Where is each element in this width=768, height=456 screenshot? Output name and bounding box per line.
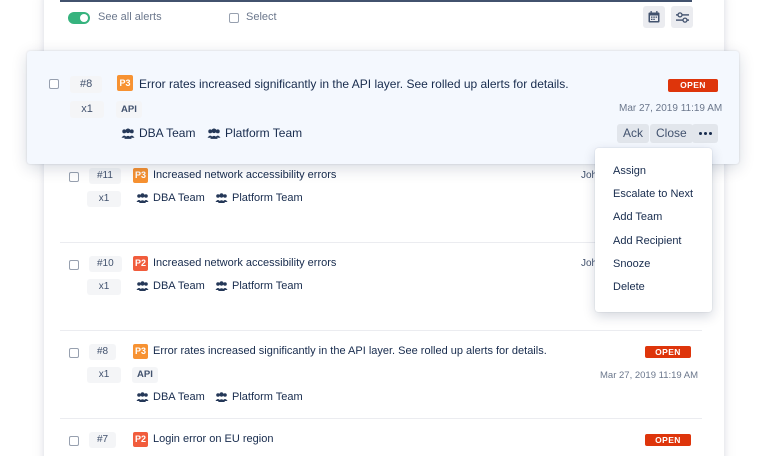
team-name: Platform Team — [225, 126, 303, 140]
priority-badge: P2 — [133, 432, 148, 447]
alert-count: x1 — [87, 191, 121, 207]
team-platform[interactable]: Platform Team — [207, 126, 302, 140]
team-icon — [215, 392, 228, 402]
team-icon — [215, 193, 228, 203]
team-name: DBA Team — [153, 391, 205, 403]
team-dba[interactable]: DBA Team — [121, 126, 195, 140]
team-icon — [121, 127, 135, 139]
team-name: DBA Team — [153, 192, 205, 204]
team-platform[interactable]: Platform Team — [215, 391, 303, 403]
team-name: DBA Team — [153, 280, 205, 292]
alert-checkbox[interactable] — [49, 79, 59, 89]
alert-count: x1 — [70, 101, 104, 118]
alert-checkbox[interactable] — [69, 348, 79, 358]
team-icon — [136, 193, 149, 203]
ack-button[interactable]: Ack — [617, 124, 650, 143]
close-button[interactable]: Close — [650, 124, 693, 143]
team-name: Platform Team — [232, 192, 303, 204]
menu-item-assign[interactable]: Assign — [613, 165, 646, 177]
team-name: DBA Team — [139, 126, 196, 140]
alert-message[interactable]: Increased network accessibility errors — [153, 169, 336, 181]
alert-checkbox[interactable] — [69, 260, 79, 270]
row-divider — [60, 418, 702, 419]
see-all-alerts-label: See all alerts — [98, 11, 162, 23]
more-actions-button[interactable] — [692, 124, 718, 143]
alert-message[interactable]: Login error on EU region — [153, 433, 273, 445]
priority-badge: P2 — [133, 256, 148, 271]
alert-count: x1 — [87, 367, 121, 383]
alert-message[interactable]: Error rates increased significantly in t… — [139, 77, 569, 91]
alert-tag[interactable]: API — [116, 101, 142, 118]
menu-item-add-recipient[interactable]: Add Recipient — [613, 235, 682, 247]
team-icon — [215, 281, 228, 291]
team-dba[interactable]: DBA Team — [136, 192, 205, 204]
alert-message[interactable]: Error rates increased significantly in t… — [153, 345, 547, 357]
team-platform[interactable]: Platform Team — [215, 192, 303, 204]
status-badge: OPEN — [668, 79, 718, 92]
menu-item-delete[interactable]: Delete — [613, 281, 645, 293]
team-icon — [136, 281, 149, 291]
team-name: Platform Team — [232, 391, 303, 403]
sliders-icon — [675, 11, 689, 23]
alert-actions-menu: Assign Escalate to Next Add Team Add Rec… — [595, 148, 712, 312]
priority-badge: P3 — [133, 344, 148, 359]
more-dot — [708, 132, 712, 135]
team-icon — [136, 392, 149, 402]
status-badge: OPEN — [645, 346, 691, 358]
filter-button[interactable] — [671, 6, 693, 28]
menu-item-snooze[interactable]: Snooze — [613, 258, 650, 270]
select-all-checkbox[interactable] — [229, 13, 239, 23]
more-dot — [703, 132, 707, 135]
toolbar-divider — [60, 0, 692, 2]
alert-id: #11 — [89, 168, 121, 184]
alert-id: #8 — [89, 344, 117, 360]
team-dba[interactable]: DBA Team — [136, 391, 205, 403]
alert-id: #7 — [89, 432, 117, 448]
priority-badge: P3 — [133, 168, 148, 183]
priority-badge: P3 — [117, 75, 133, 91]
team-icon — [207, 127, 221, 139]
team-platform[interactable]: Platform Team — [215, 280, 303, 292]
alert-tag[interactable]: API — [132, 367, 158, 383]
menu-item-add-team[interactable]: Add Team — [613, 211, 662, 223]
alert-id: #8 — [70, 76, 103, 93]
alert-count: x1 — [87, 279, 121, 295]
more-dot — [698, 132, 702, 135]
alert-timestamp: Mar 27, 2019 11:19 AM — [619, 103, 723, 114]
calendar-icon — [648, 11, 660, 23]
alert-id: #10 — [89, 256, 122, 272]
alert-checkbox[interactable] — [69, 172, 79, 182]
menu-item-escalate[interactable]: Escalate to Next — [613, 188, 693, 200]
select-label: Select — [246, 11, 277, 23]
alert-checkbox[interactable] — [69, 436, 79, 446]
status-badge: OPEN — [645, 434, 691, 446]
team-dba[interactable]: DBA Team — [136, 280, 205, 292]
row-divider — [60, 330, 702, 331]
alerts-screen: See all alerts Select #11 P3 Increased n… — [0, 0, 768, 456]
calendar-button[interactable] — [643, 6, 665, 28]
alert-message[interactable]: Increased network accessibility errors — [153, 257, 336, 269]
alert-timestamp: Mar 27, 2019 11:19 AM — [600, 370, 699, 381]
team-name: Platform Team — [232, 280, 303, 292]
see-all-alerts-toggle[interactable] — [68, 12, 90, 24]
